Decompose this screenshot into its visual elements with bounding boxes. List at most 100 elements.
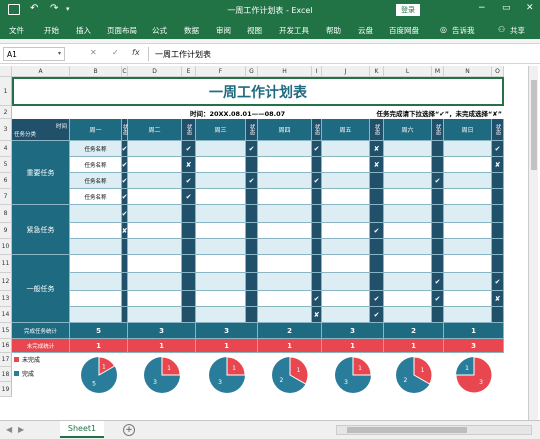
formula-input[interactable]: 一周工作计划表	[148, 47, 538, 61]
status-cell[interactable]	[492, 189, 504, 205]
task-cell[interactable]	[258, 291, 312, 307]
tab-page-layout[interactable]: 页面布局	[107, 25, 137, 36]
sheet-title[interactable]: 一周工作计划表	[12, 77, 504, 106]
task-cell[interactable]	[128, 189, 182, 205]
status-cell[interactable]	[246, 157, 258, 173]
column-header[interactable]: K	[370, 66, 384, 77]
task-cell[interactable]	[322, 307, 370, 323]
task-cell[interactable]	[258, 273, 312, 291]
task-cell[interactable]	[322, 157, 370, 173]
status-cell[interactable]	[312, 255, 322, 273]
status-cell[interactable]	[432, 157, 444, 173]
column-header[interactable]: G	[246, 66, 258, 77]
task-cell[interactable]	[322, 223, 370, 239]
status-cell[interactable]	[246, 189, 258, 205]
status-cell[interactable]	[182, 239, 196, 255]
task-cell[interactable]	[258, 141, 312, 157]
status-cell[interactable]	[312, 157, 322, 173]
restore-button[interactable]: ▭	[502, 3, 511, 13]
task-cell[interactable]	[258, 307, 312, 323]
task-cell[interactable]	[196, 157, 246, 173]
task-cell[interactable]	[196, 173, 246, 189]
share-button[interactable]: 共享	[510, 25, 525, 36]
tab-data[interactable]: 数据	[184, 25, 199, 36]
status-cell[interactable]	[432, 141, 444, 157]
status-cell[interactable]: ✔	[312, 173, 322, 189]
status-cell[interactable]	[182, 205, 196, 223]
share-icon[interactable]: ⚇	[498, 25, 505, 34]
status-cell[interactable]	[492, 239, 504, 255]
status-cell[interactable]	[370, 189, 384, 205]
row-header[interactable]: 19	[0, 382, 12, 397]
task-cell[interactable]	[322, 239, 370, 255]
column-header[interactable]: E	[182, 66, 196, 77]
task-cell[interactable]	[384, 223, 432, 239]
row-header[interactable]: 2	[0, 106, 12, 119]
status-cell[interactable]	[312, 239, 322, 255]
row-header[interactable]: 6	[0, 173, 12, 189]
task-cell[interactable]	[128, 157, 182, 173]
row-header[interactable]: 16	[0, 339, 12, 353]
row-header[interactable]: 15	[0, 323, 12, 339]
task-cell[interactable]	[70, 223, 122, 239]
status-cell[interactable]: ✔	[432, 173, 444, 189]
status-cell[interactable]	[312, 205, 322, 223]
enter-icon[interactable]: ✓	[112, 48, 119, 57]
status-cell[interactable]	[370, 273, 384, 291]
task-cell[interactable]	[128, 273, 182, 291]
task-cell[interactable]	[258, 173, 312, 189]
scroll-left-icon[interactable]: ◀	[6, 425, 12, 434]
status-cell[interactable]: ✔	[492, 141, 504, 157]
task-cell[interactable]	[444, 273, 492, 291]
row-header[interactable]: 10	[0, 239, 12, 255]
row-header[interactable]: 14	[0, 307, 12, 323]
task-cell[interactable]	[70, 205, 122, 223]
task-cell[interactable]	[322, 205, 370, 223]
status-cell[interactable]: ✘	[370, 157, 384, 173]
status-cell[interactable]	[370, 173, 384, 189]
status-cell[interactable]	[312, 189, 322, 205]
task-cell[interactable]	[384, 255, 432, 273]
task-cell[interactable]	[196, 223, 246, 239]
task-name-cell[interactable]: 任务名称	[70, 173, 122, 189]
task-cell[interactable]	[128, 307, 182, 323]
status-cell[interactable]: ✔	[246, 141, 258, 157]
task-cell[interactable]	[444, 307, 492, 323]
task-cell[interactable]	[322, 291, 370, 307]
tab-help[interactable]: 帮助	[326, 25, 341, 36]
task-cell[interactable]	[70, 273, 122, 291]
status-cell[interactable]	[246, 307, 258, 323]
task-cell[interactable]	[258, 189, 312, 205]
task-cell[interactable]	[70, 307, 122, 323]
task-cell[interactable]	[128, 291, 182, 307]
status-cell[interactable]: ✔	[370, 223, 384, 239]
status-cell[interactable]	[432, 189, 444, 205]
status-cell[interactable]	[182, 291, 196, 307]
task-cell[interactable]	[384, 173, 432, 189]
task-cell[interactable]	[258, 157, 312, 173]
task-cell[interactable]	[128, 223, 182, 239]
status-cell[interactable]	[246, 239, 258, 255]
status-cell[interactable]	[432, 223, 444, 239]
task-cell[interactable]	[258, 239, 312, 255]
column-header[interactable]: M	[432, 66, 444, 77]
task-cell[interactable]	[384, 157, 432, 173]
task-cell[interactable]	[196, 255, 246, 273]
tab-developer[interactable]: 开发工具	[279, 25, 309, 36]
status-cell[interactable]: ✔	[182, 173, 196, 189]
task-cell[interactable]	[196, 273, 246, 291]
task-cell[interactable]	[444, 223, 492, 239]
task-name-cell[interactable]: 任务名称	[70, 141, 122, 157]
cancel-icon[interactable]: ✕	[90, 48, 97, 57]
login-button[interactable]: 登录	[396, 4, 420, 16]
row-header[interactable]: 9	[0, 223, 12, 239]
task-name-cell[interactable]: 任务名称	[70, 189, 122, 205]
status-cell[interactable]	[182, 307, 196, 323]
row-header[interactable]: 17	[0, 353, 12, 367]
task-cell[interactable]	[322, 273, 370, 291]
row-header[interactable]: 1	[0, 77, 12, 106]
status-cell[interactable]	[312, 223, 322, 239]
scrollbar-thumb[interactable]	[347, 427, 467, 433]
tab-formulas[interactable]: 公式	[152, 25, 167, 36]
function-icon[interactable]: fx	[132, 48, 140, 57]
